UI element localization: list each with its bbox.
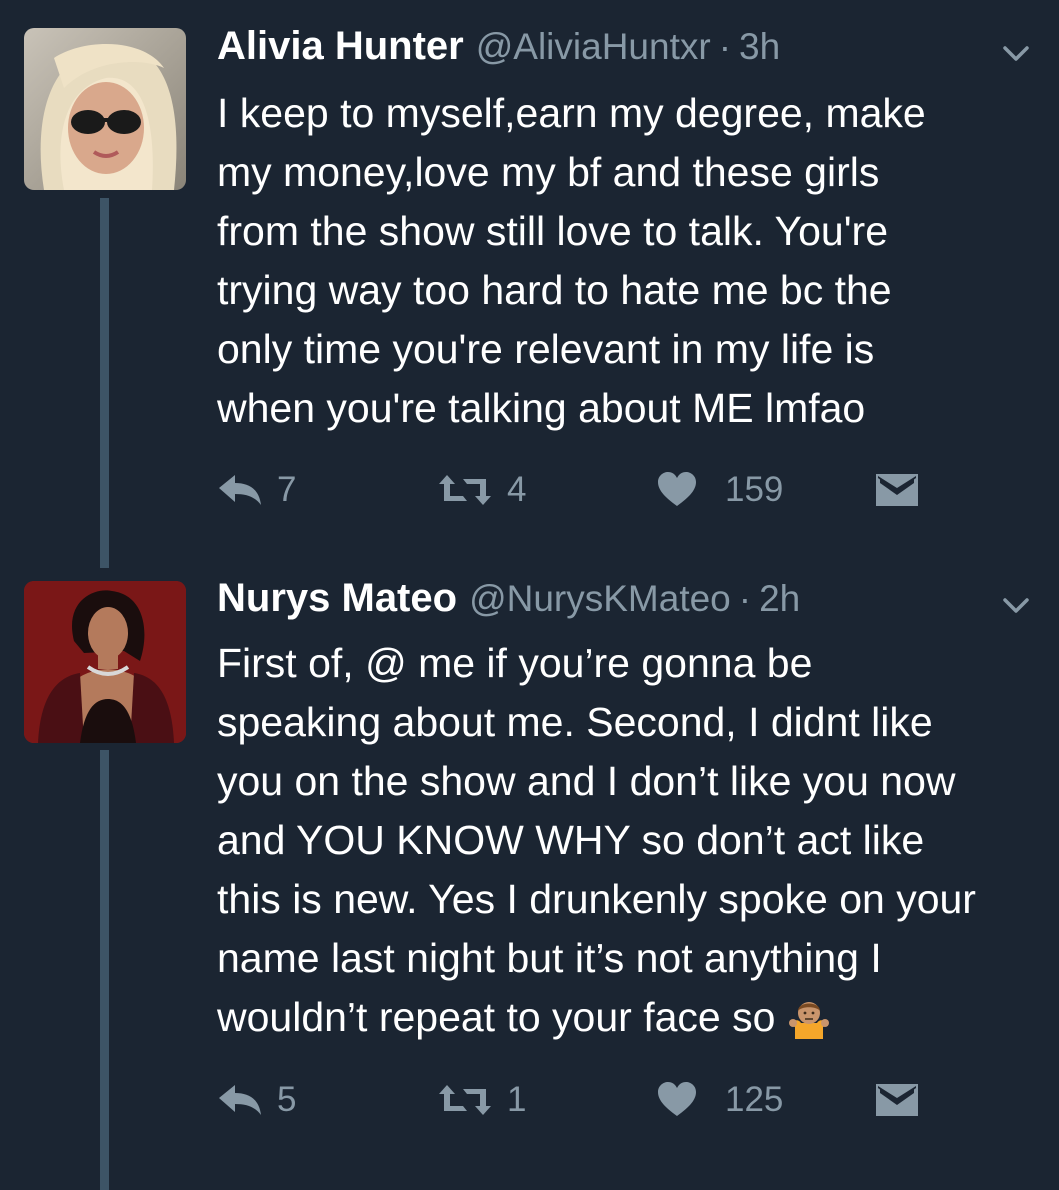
display-name[interactable]: Alivia Hunter bbox=[217, 24, 464, 69]
thread-line bbox=[100, 750, 109, 1190]
user-handle[interactable]: @NurysKMateo bbox=[469, 578, 731, 620]
tweet-actions: 7 4 159 bbox=[217, 465, 1017, 515]
tweet-text: I keep to myself,earn my degree, make my… bbox=[217, 84, 1047, 438]
like-count: 159 bbox=[725, 470, 784, 509]
tweet-text: First of, @ me if you’re gonna be speaki… bbox=[217, 634, 1047, 1047]
tweet-text-line: name last night but it’s not anything I bbox=[217, 935, 882, 981]
separator-dot: · bbox=[718, 26, 732, 67]
reply-icon bbox=[219, 1085, 261, 1115]
tweet-text-line: when you're talking about ME lmfao bbox=[217, 385, 866, 431]
tweet[interactable]: Alivia Hunter @AliviaHuntxr · 3h I keep … bbox=[0, 0, 1059, 568]
retweet-count: 4 bbox=[507, 470, 527, 509]
avatar[interactable] bbox=[24, 581, 186, 743]
tweet-text-line: only time you're relevant in my life is bbox=[217, 326, 875, 372]
like-button[interactable]: 159 bbox=[657, 465, 783, 515]
tweet-actions: 5 1 125 bbox=[217, 1075, 1017, 1125]
tweet-header: Nurys Mateo @NurysKMateo · 2h bbox=[217, 576, 800, 626]
like-button[interactable]: 125 bbox=[657, 1075, 783, 1125]
heart-icon bbox=[658, 1082, 696, 1116]
tweet-text-line: and YOU KNOW WHY so don’t act like bbox=[217, 817, 925, 863]
tweet-text-line: wouldn’t repeat to your face so bbox=[217, 994, 776, 1040]
reply-count: 5 bbox=[277, 1080, 297, 1119]
tweet-text-line-last: wouldn’t repeat to your face so bbox=[217, 988, 1047, 1047]
thread-line bbox=[100, 198, 109, 568]
direct-message-button[interactable] bbox=[875, 465, 919, 515]
retweet-icon bbox=[439, 1085, 491, 1115]
retweet-icon bbox=[439, 475, 491, 505]
tweet-text-line: I keep to myself,earn my degree, make bbox=[217, 90, 926, 136]
person-shrugging-emoji bbox=[789, 1002, 830, 1039]
tweet-text-line: this is new. Yes I drunkenly spoke on yo… bbox=[217, 876, 976, 922]
reply-button[interactable]: 5 bbox=[217, 1075, 296, 1125]
tweet-text-line: trying way too hard to hate me bc the bbox=[217, 267, 892, 313]
timestamp[interactable]: 3h bbox=[739, 26, 780, 68]
envelope-icon bbox=[876, 1084, 918, 1116]
envelope-icon bbox=[876, 474, 918, 506]
tweet-text-line: speaking about me. Second, I didnt like bbox=[217, 699, 933, 745]
separator-dot: · bbox=[738, 578, 752, 619]
tweet-text-line: First of, @ me if you’re gonna be bbox=[217, 640, 813, 686]
reply-button[interactable]: 7 bbox=[217, 465, 296, 515]
reply-icon bbox=[219, 475, 261, 505]
retweet-button[interactable]: 4 bbox=[437, 465, 526, 515]
tweet-text-line: you on the show and I don’t like you now bbox=[217, 758, 956, 804]
reply-count: 7 bbox=[277, 470, 297, 509]
timestamp[interactable]: 2h bbox=[759, 578, 800, 620]
retweet-count: 1 bbox=[507, 1080, 527, 1119]
chevron-down-icon[interactable] bbox=[1001, 590, 1031, 620]
like-count: 125 bbox=[725, 1080, 784, 1119]
tweet-text-line: my money,love my bf and these girls bbox=[217, 149, 880, 195]
chevron-down-icon[interactable] bbox=[1001, 38, 1031, 68]
avatar[interactable] bbox=[24, 28, 186, 190]
heart-icon bbox=[658, 472, 696, 506]
retweet-button[interactable]: 1 bbox=[437, 1075, 526, 1125]
tweet-header: Alivia Hunter @AliviaHuntxr · 3h bbox=[217, 24, 780, 74]
user-handle[interactable]: @AliviaHuntxr bbox=[476, 26, 711, 68]
tweet[interactable]: Nurys Mateo @NurysKMateo · 2h First of, … bbox=[0, 552, 1059, 1190]
display-name[interactable]: Nurys Mateo bbox=[217, 576, 457, 621]
direct-message-button[interactable] bbox=[875, 1075, 919, 1125]
tweet-text-line: from the show still love to talk. You're bbox=[217, 208, 888, 254]
